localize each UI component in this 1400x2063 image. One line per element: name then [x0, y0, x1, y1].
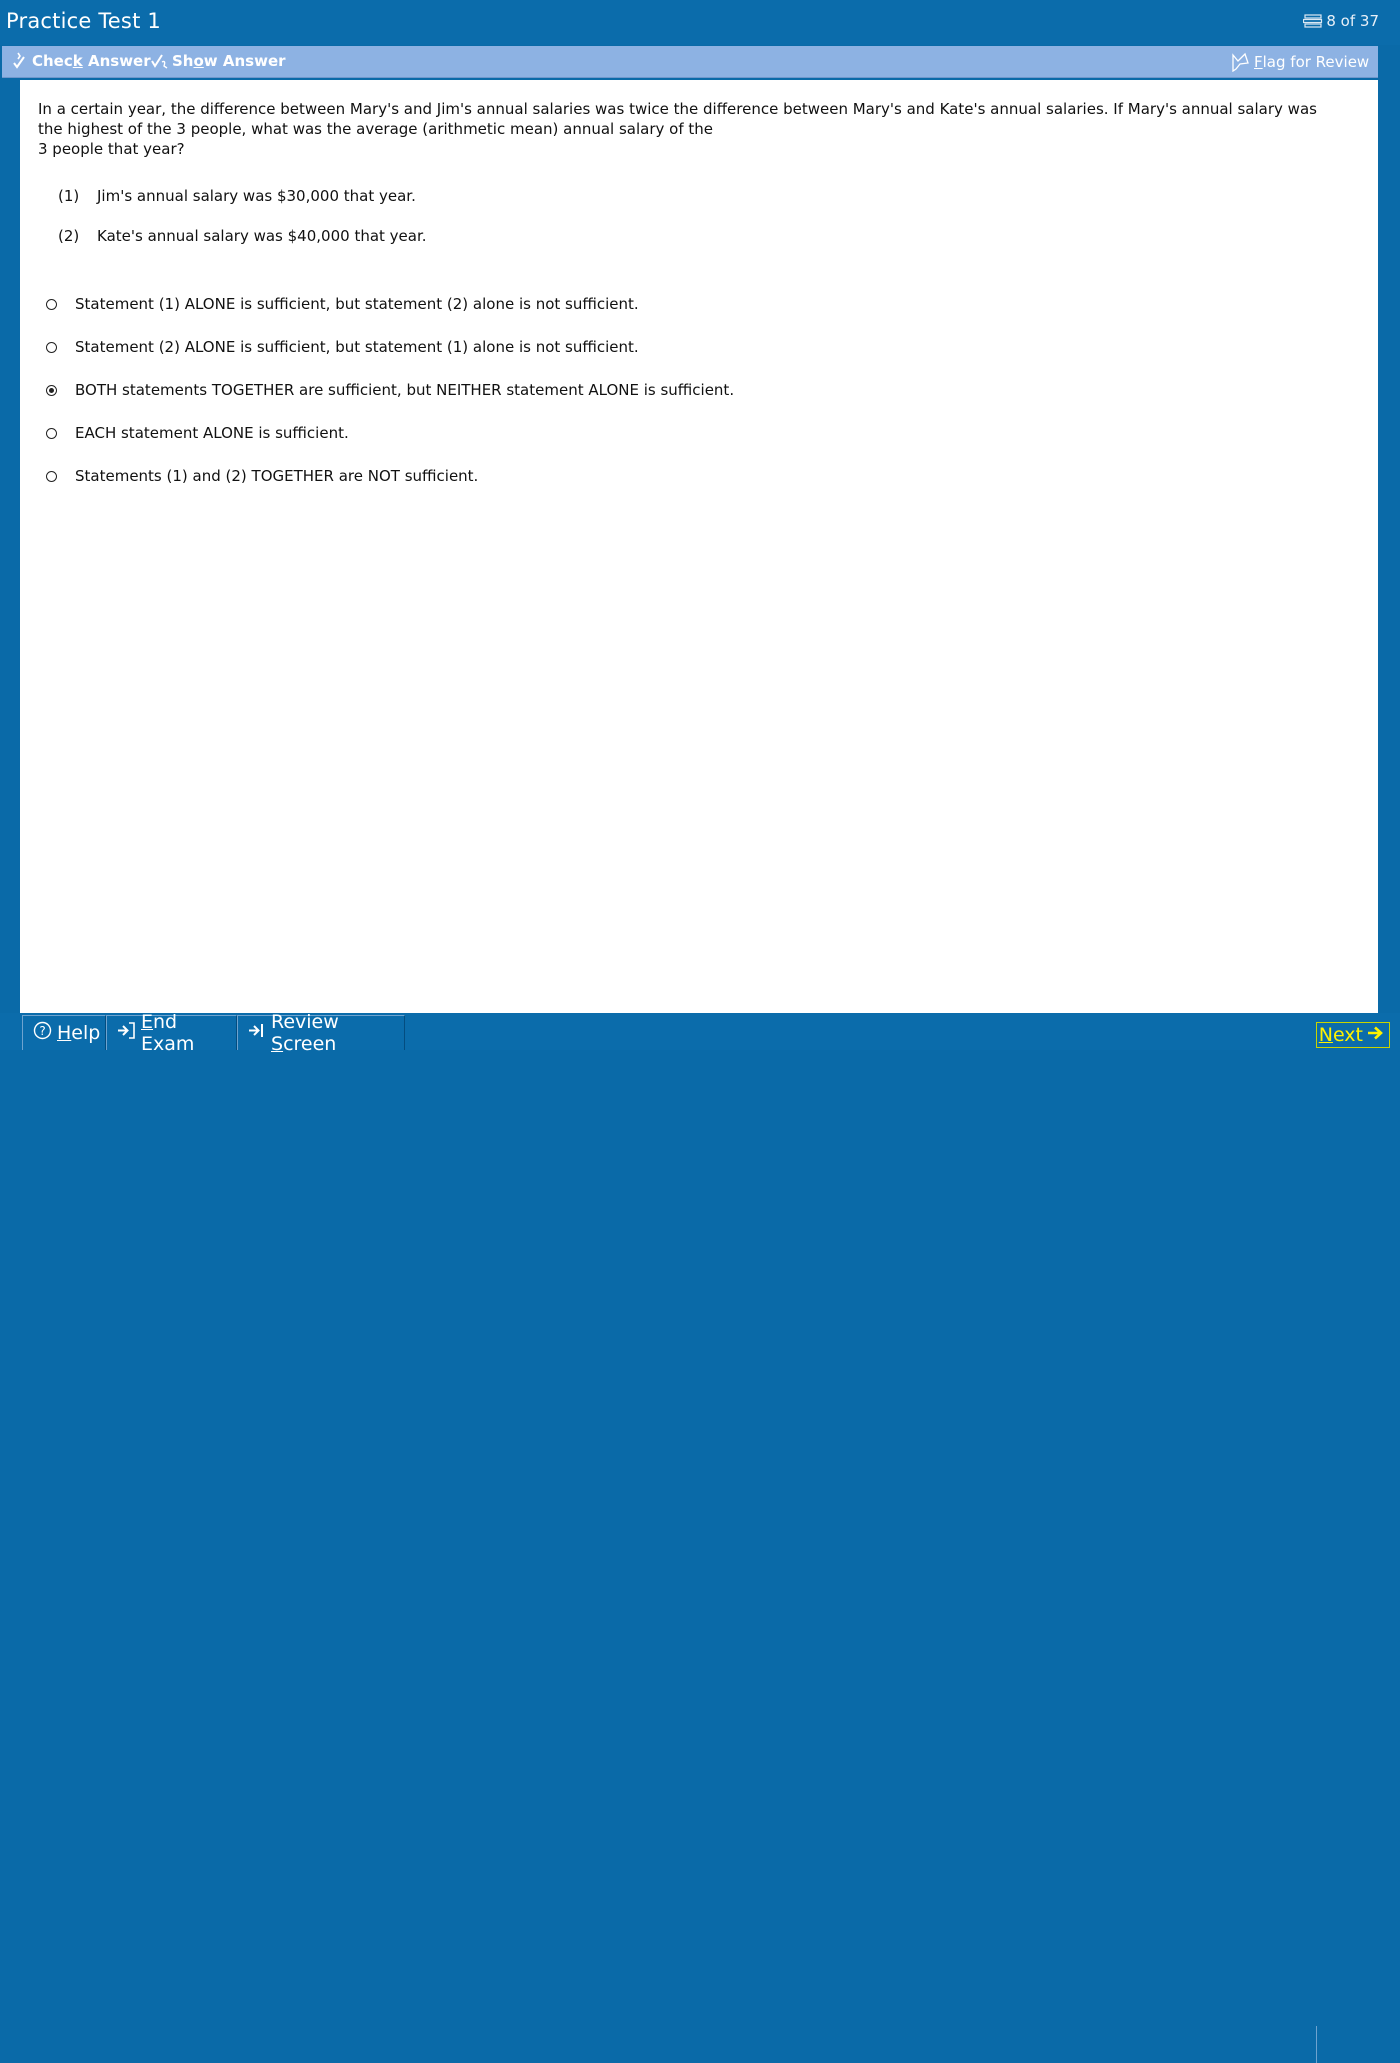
- svg-text:?: ?: [39, 1024, 45, 1038]
- exit-icon: [117, 1022, 136, 1044]
- show-answer-icon: [150, 52, 168, 70]
- statement-1: (1) Jim's annual salary was $30,000 that…: [58, 187, 416, 205]
- next-button-area: [1316, 2026, 1400, 2063]
- next-label: Next: [1318, 1024, 1363, 1046]
- radio-button[interactable]: [46, 470, 57, 482]
- answer-choice-b[interactable]: Statement (2) ALONE is sufficient, but s…: [46, 338, 639, 356]
- show-answer-button[interactable]: Show Answer: [150, 52, 286, 70]
- radio-button[interactable]: [46, 427, 57, 439]
- help-label: Help: [57, 1022, 101, 1044]
- answer-choice-a[interactable]: Statement (1) ALONE is sufficient, but s…: [46, 295, 639, 313]
- question-text: In a certain year, the difference betwee…: [38, 100, 1317, 138]
- check-answer-icon: [12, 52, 28, 70]
- answer-choice-text: BOTH statements TOGETHER are sufficient,…: [75, 381, 735, 399]
- question-stem: In a certain year, the difference betwee…: [38, 99, 1348, 159]
- show-answer-label: Show Answer: [172, 52, 286, 70]
- answer-choice-e[interactable]: Statements (1) and (2) TOGETHER are NOT …: [46, 467, 478, 485]
- flag-icon: [1230, 52, 1250, 72]
- end-exam-label: End Exam: [141, 1011, 195, 1055]
- statement-text: Kate's annual salary was $40,000 that ye…: [97, 227, 427, 245]
- end-exam-button[interactable]: End Exam: [106, 1011, 237, 1055]
- question-counter: 8 of 37: [1303, 12, 1379, 30]
- radio-button-selected[interactable]: [46, 384, 57, 396]
- bottom-navigation-bar: ? Help End Exam Review Screen: [0, 1011, 1400, 2063]
- radio-button[interactable]: [46, 341, 57, 353]
- answer-choice-text: Statement (2) ALONE is sufficient, but s…: [75, 338, 639, 356]
- answer-choice-text: EACH statement ALONE is sufficient.: [75, 424, 349, 442]
- statement-2: (2) Kate's annual salary was $40,000 tha…: [58, 227, 427, 245]
- question-panel: In a certain year, the difference betwee…: [20, 80, 1378, 1013]
- question-stack-icon: [1303, 14, 1323, 28]
- review-screen-button[interactable]: Review Screen: [237, 1011, 405, 1055]
- check-answer-button[interactable]: Check Answer: [12, 52, 151, 70]
- app-title: Practice Test 1: [6, 9, 161, 33]
- flag-for-review-label: Flag for Review: [1254, 53, 1370, 71]
- statement-number: (1): [58, 187, 80, 205]
- statement-number: (2): [58, 227, 80, 245]
- help-button[interactable]: ? Help: [22, 1015, 106, 1050]
- check-answer-label: Check Answer: [32, 52, 151, 70]
- radio-button[interactable]: [46, 298, 57, 310]
- statement-text: Jim's annual salary was $30,000 that yea…: [97, 187, 416, 205]
- question-text-cont: 3 people that year?: [38, 140, 185, 158]
- review-screen-label: Review Screen: [271, 1011, 339, 1055]
- answer-choice-c[interactable]: BOTH statements TOGETHER are sufficient,…: [46, 381, 734, 399]
- answer-choice-text: Statements (1) and (2) TOGETHER are NOT …: [75, 467, 479, 485]
- title-bar: Practice Test 1 8 of 37: [0, 0, 1400, 45]
- question-toolbar: Check Answer Show Answer Flag for Review: [2, 46, 1378, 78]
- next-button[interactable]: Next: [1315, 1022, 1390, 1048]
- counter-text: 8 of 37: [1326, 12, 1379, 30]
- answer-choice-d[interactable]: EACH statement ALONE is sufficient.: [46, 424, 349, 442]
- jump-to-review-icon: [248, 1022, 266, 1044]
- arrow-right-icon: [1367, 1024, 1385, 1046]
- flag-for-review-button[interactable]: Flag for Review: [1230, 52, 1369, 72]
- answer-choice-text: Statement (1) ALONE is sufficient, but s…: [75, 295, 639, 313]
- help-icon: ?: [33, 1021, 52, 1045]
